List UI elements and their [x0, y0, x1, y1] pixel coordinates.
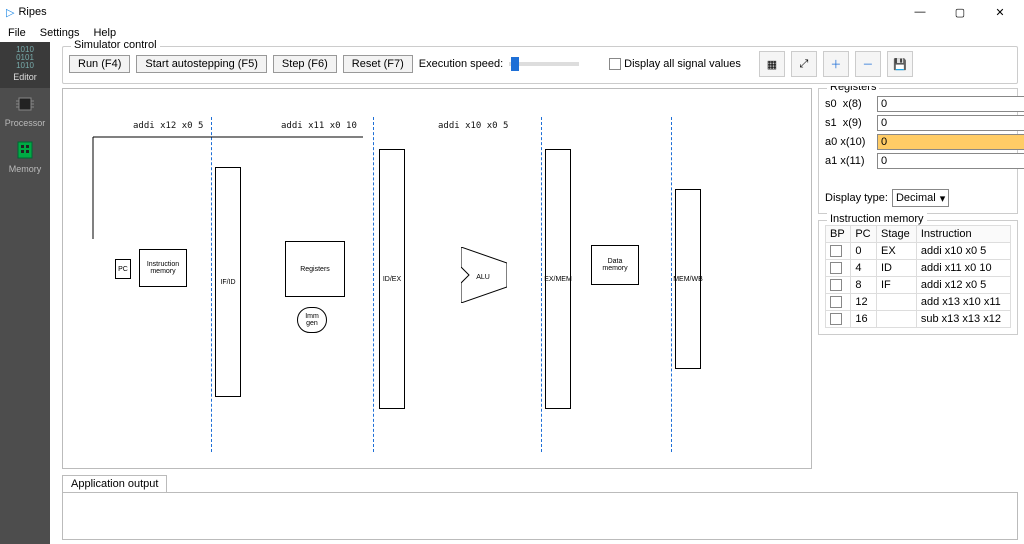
- reset-button[interactable]: Reset (F7): [343, 55, 413, 73]
- col-stage[interactable]: Stage: [876, 226, 916, 243]
- menu-help[interactable]: Help: [93, 27, 116, 39]
- sidebar-item-processor[interactable]: Processor: [0, 88, 50, 134]
- table-row: 8IFaddi x12 x0 5: [826, 277, 1011, 294]
- register-row: s1 x(9): [825, 115, 1024, 131]
- register-value-input[interactable]: [877, 153, 1024, 169]
- editor-icon: 101001011010: [12, 46, 38, 70]
- registers-group: Registers s0 x(8) s1 x(9) a0 x(10) a1 x(…: [818, 88, 1018, 214]
- instruction-memory-table: BP PC Stage Instruction 0EXaddi x10 x0 5…: [825, 225, 1011, 328]
- sidebar-item-label: Editor: [0, 72, 50, 82]
- sidebar-item-memory[interactable]: Memory: [0, 134, 50, 180]
- autostep-button[interactable]: Start autostepping (F5): [136, 55, 267, 73]
- save-button[interactable]: 💾: [887, 51, 913, 77]
- memwb-block: MEM/WB: [675, 189, 701, 369]
- close-button[interactable]: ✕: [986, 2, 1014, 22]
- sidebar-item-label: Processor: [0, 118, 50, 128]
- display-all-checkbox[interactable]: Display all signal values: [609, 58, 741, 70]
- sidebar: 101001011010 Editor Processor Memory: [0, 42, 50, 544]
- pc-block: PC: [115, 259, 131, 279]
- fit-view-button[interactable]: ⤢: [791, 51, 817, 77]
- immgen-block: Imm gen: [297, 307, 327, 333]
- step-button[interactable]: Step (F6): [273, 55, 337, 73]
- sidebar-item-editor[interactable]: 101001011010 Editor: [0, 42, 50, 88]
- group-label: Simulator control: [71, 39, 160, 51]
- speed-label: Execution speed:: [419, 58, 503, 70]
- minimize-button[interactable]: —: [906, 2, 934, 22]
- register-value-input[interactable]: [877, 115, 1024, 131]
- run-button[interactable]: Run (F4): [69, 55, 130, 73]
- breakpoint-checkbox[interactable]: [830, 245, 842, 257]
- breakpoint-checkbox[interactable]: [830, 279, 842, 291]
- register-row: s0 x(8): [825, 96, 1024, 112]
- maximize-button[interactable]: ▢: [946, 2, 974, 22]
- register-value-input[interactable]: [877, 134, 1024, 150]
- register-row: a0 x(10): [825, 134, 1024, 150]
- col-bp[interactable]: BP: [826, 226, 851, 243]
- memory-icon: [12, 138, 38, 162]
- group-label: Instruction memory: [827, 213, 927, 225]
- application-output-box[interactable]: [62, 492, 1018, 540]
- idex-block: ID/EX: [379, 149, 405, 409]
- table-row: 4IDaddi x11 x0 10: [826, 260, 1011, 277]
- registers-block: Registers: [285, 241, 345, 297]
- alu-block: ALU: [461, 247, 507, 306]
- app-icon: ▷: [6, 6, 14, 19]
- save-icon: 💾: [893, 58, 907, 71]
- imem-block: Instruction memory: [139, 249, 187, 287]
- exmem-block: EX/MEM: [545, 149, 571, 409]
- processor-icon: [12, 92, 38, 116]
- pipeline-diagram[interactable]: addi x12 x0 5 addi x11 x0 10 addi x10 x0…: [62, 88, 812, 469]
- table-row: 0EXaddi x10 x0 5: [826, 243, 1011, 260]
- app-title: Ripes: [18, 6, 46, 18]
- col-pc[interactable]: PC: [851, 226, 877, 243]
- table-row: 12add x13 x10 x11: [826, 294, 1011, 311]
- tab-application-output[interactable]: Application output: [62, 475, 167, 492]
- display-type-select[interactable]: Decimal▾: [892, 189, 949, 207]
- sidebar-item-label: Memory: [0, 164, 50, 174]
- display-type-label: Display type:: [825, 192, 888, 204]
- plus-icon: ＋: [830, 56, 841, 72]
- table-view-button[interactable]: ▦: [759, 51, 785, 77]
- chevron-down-icon: ▾: [940, 192, 946, 205]
- application-output-panel: Application output: [62, 475, 1018, 540]
- grid-icon: ▦: [767, 58, 777, 71]
- svg-text:ALU: ALU: [476, 274, 490, 281]
- dmem-block: Data memory: [591, 245, 639, 285]
- zoom-out-button[interactable]: －: [855, 51, 881, 77]
- menu-file[interactable]: File: [8, 27, 26, 39]
- table-row: 16sub x13 x13 x12: [826, 311, 1011, 328]
- group-label: Registers: [827, 86, 879, 93]
- stage-ex-label: addi x10 x0 5: [438, 121, 508, 131]
- breakpoint-checkbox[interactable]: [830, 262, 842, 274]
- breakpoint-checkbox[interactable]: [830, 296, 842, 308]
- minus-icon: －: [862, 56, 873, 72]
- simulator-control-group: Simulator control Run (F4) Start autoste…: [62, 46, 1018, 84]
- col-instruction[interactable]: Instruction: [916, 226, 1010, 243]
- menu-settings[interactable]: Settings: [40, 27, 80, 39]
- expand-icon: ⤢: [800, 58, 809, 71]
- register-value-input[interactable]: [877, 96, 1024, 112]
- instruction-memory-group: Instruction memory BP PC Stage Instructi…: [818, 220, 1018, 335]
- zoom-in-button[interactable]: ＋: [823, 51, 849, 77]
- breakpoint-checkbox[interactable]: [830, 313, 842, 325]
- register-row: a1 x(11): [825, 153, 1024, 169]
- speed-slider[interactable]: [509, 62, 579, 66]
